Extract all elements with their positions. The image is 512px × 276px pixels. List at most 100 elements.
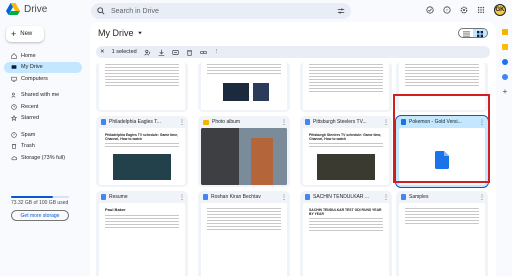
more-options-icon[interactable]: ⋮ xyxy=(281,194,287,201)
preview-image xyxy=(113,154,171,180)
sidebar-nav: Home My Drive Computers Shared with me R… xyxy=(0,50,86,164)
more-actions-icon[interactable]: ⋮ xyxy=(214,49,220,55)
file-card[interactable] xyxy=(96,62,188,112)
keep-icon[interactable] xyxy=(502,44,508,50)
sidebar-item-home[interactable]: Home xyxy=(0,50,86,61)
file-thumbnail xyxy=(303,62,389,110)
file-card[interactable] xyxy=(198,62,290,112)
file-card[interactable] xyxy=(300,62,392,112)
sidebar-item-shared[interactable]: Shared with me xyxy=(0,90,86,101)
file-name: Resume xyxy=(109,194,128,200)
tasks-icon[interactable] xyxy=(502,59,508,65)
settings-icon[interactable] xyxy=(460,6,468,14)
sidebar-item-label: My Drive xyxy=(21,64,43,70)
avatar[interactable]: GK xyxy=(494,4,506,16)
download-icon[interactable] xyxy=(158,49,165,56)
sidebar-item-storage[interactable]: Storage (73% full) xyxy=(0,152,86,163)
file-card-header: SACHIN TENDULKAR ... ⋮ xyxy=(300,191,392,203)
home-icon xyxy=(11,52,17,59)
offline-status-icon[interactable] xyxy=(426,6,434,14)
drive-logo[interactable]: Drive xyxy=(6,3,47,15)
file-card[interactable]: Samples ⋮ xyxy=(396,191,488,276)
drive-app: Drive Search in Drive ? GK + New Home My… xyxy=(0,0,512,276)
file-name: Philadelphia Eagles T... xyxy=(109,119,161,125)
help-icon[interactable]: ? xyxy=(443,6,451,14)
preview-title: Philadelphia Eagles TV schedule: Game ti… xyxy=(105,133,179,142)
spam-icon xyxy=(11,131,17,138)
list-view-button[interactable] xyxy=(459,29,473,37)
file-thumbnail: SACHIN TENDULKAR TEST ODI RUNS YEAR BY Y… xyxy=(303,203,389,276)
file-card-header: Philadelphia Eagles T... ⋮ xyxy=(96,116,188,128)
share-icon[interactable] xyxy=(144,49,151,56)
link-icon[interactable] xyxy=(199,49,207,56)
search-bar[interactable]: Search in Drive xyxy=(91,3,351,19)
sidebar-item-spam[interactable]: Spam xyxy=(0,129,86,140)
team-logo-image xyxy=(253,83,269,101)
more-options-icon[interactable]: ⋮ xyxy=(179,194,185,201)
sidebar-item-label: Trash xyxy=(21,143,35,149)
view-toggle xyxy=(458,28,488,38)
add-addon-icon[interactable]: + xyxy=(502,88,508,96)
doc-icon xyxy=(305,119,310,125)
calendar-icon[interactable] xyxy=(502,29,508,35)
more-options-icon[interactable]: ⋮ xyxy=(179,119,185,126)
cloud-icon xyxy=(11,155,17,160)
side-panel-rail: + xyxy=(498,22,512,276)
file-card-header: Pittsburgh Steelers TV... ⋮ xyxy=(300,116,392,128)
sidebar-item-starred[interactable]: Starred xyxy=(0,113,86,124)
sidebar-item-label: Computers xyxy=(21,75,48,82)
preview-title: Paul Baker xyxy=(105,207,126,212)
file-thumbnail xyxy=(99,62,185,110)
sidebar-item-label: Home xyxy=(21,52,36,59)
search-icon xyxy=(97,7,105,15)
page-title-label: My Drive xyxy=(98,28,134,38)
nfl-image xyxy=(223,83,249,101)
preview-title: Pittsburgh Steelers TV schedule: Game ti… xyxy=(309,133,382,142)
sidebar-item-label: Shared with me xyxy=(21,92,60,98)
file-card-header: Photo album ⋮ xyxy=(198,116,290,128)
file-name: Pittsburgh Steelers TV... xyxy=(313,119,367,125)
grid-view-button[interactable] xyxy=(473,29,487,37)
move-icon[interactable] xyxy=(172,49,179,56)
search-options-icon[interactable] xyxy=(337,7,345,15)
file-thumbnail: Pittsburgh Steelers TV schedule: Game ti… xyxy=(303,128,389,185)
app-title: Drive xyxy=(24,3,48,15)
file-card-header: Samples ⋮ xyxy=(396,191,488,203)
sidebar-item-computers[interactable]: Computers xyxy=(0,73,86,84)
caret-down-icon xyxy=(137,31,142,35)
search-input[interactable]: Search in Drive xyxy=(111,8,159,15)
file-thumbnail xyxy=(201,203,287,276)
list-view-icon xyxy=(462,31,470,37)
contacts-icon[interactable] xyxy=(502,74,508,80)
file-name: Photo album xyxy=(212,119,241,125)
file-card[interactable]: Roshan Kiran Bechtav ⋮ xyxy=(198,191,290,276)
more-options-icon[interactable]: ⋮ xyxy=(383,194,389,201)
file-thumbnail xyxy=(399,203,485,276)
sidebar-item-trash[interactable]: Trash xyxy=(0,141,86,152)
sidebar-item-recent[interactable]: Recent xyxy=(0,101,86,112)
sidebar-item-label: Storage (73% full) xyxy=(21,154,66,161)
close-icon[interactable]: ✕ xyxy=(100,49,105,55)
more-options-icon[interactable]: ⋮ xyxy=(479,194,485,201)
photo-1 xyxy=(201,128,239,185)
more-options-icon[interactable]: ⋮ xyxy=(281,119,287,126)
file-card[interactable]: Pittsburgh Steelers TV... ⋮ Pittsburgh S… xyxy=(300,116,392,187)
apps-grid-icon[interactable] xyxy=(477,6,485,14)
file-card[interactable]: Philadelphia Eagles T... ⋮ Philadelphia … xyxy=(96,116,188,187)
file-card[interactable]: SACHIN TENDULKAR ... ⋮ SACHIN TENDULKAR … xyxy=(300,191,392,276)
grid-view-icon xyxy=(477,31,483,37)
page-title[interactable]: My Drive xyxy=(98,28,143,38)
more-options-icon[interactable]: ⋮ xyxy=(383,119,389,126)
doc-icon xyxy=(101,119,106,125)
bridge-image xyxy=(251,138,273,185)
sidebar-item-label: Recent xyxy=(21,103,39,110)
people-icon xyxy=(11,92,16,98)
preview-image xyxy=(317,154,375,180)
delete-icon[interactable] xyxy=(186,49,193,56)
doc-icon xyxy=(401,194,406,200)
sidebar-item-my-drive[interactable]: My Drive xyxy=(4,61,82,73)
file-card[interactable]: Resume ⋮ Paul Baker xyxy=(96,191,188,276)
get-more-storage-button[interactable]: Get more storage xyxy=(11,210,69,221)
folder-card[interactable]: Photo album ⋮ xyxy=(198,116,290,187)
new-button[interactable]: + New xyxy=(6,26,44,42)
